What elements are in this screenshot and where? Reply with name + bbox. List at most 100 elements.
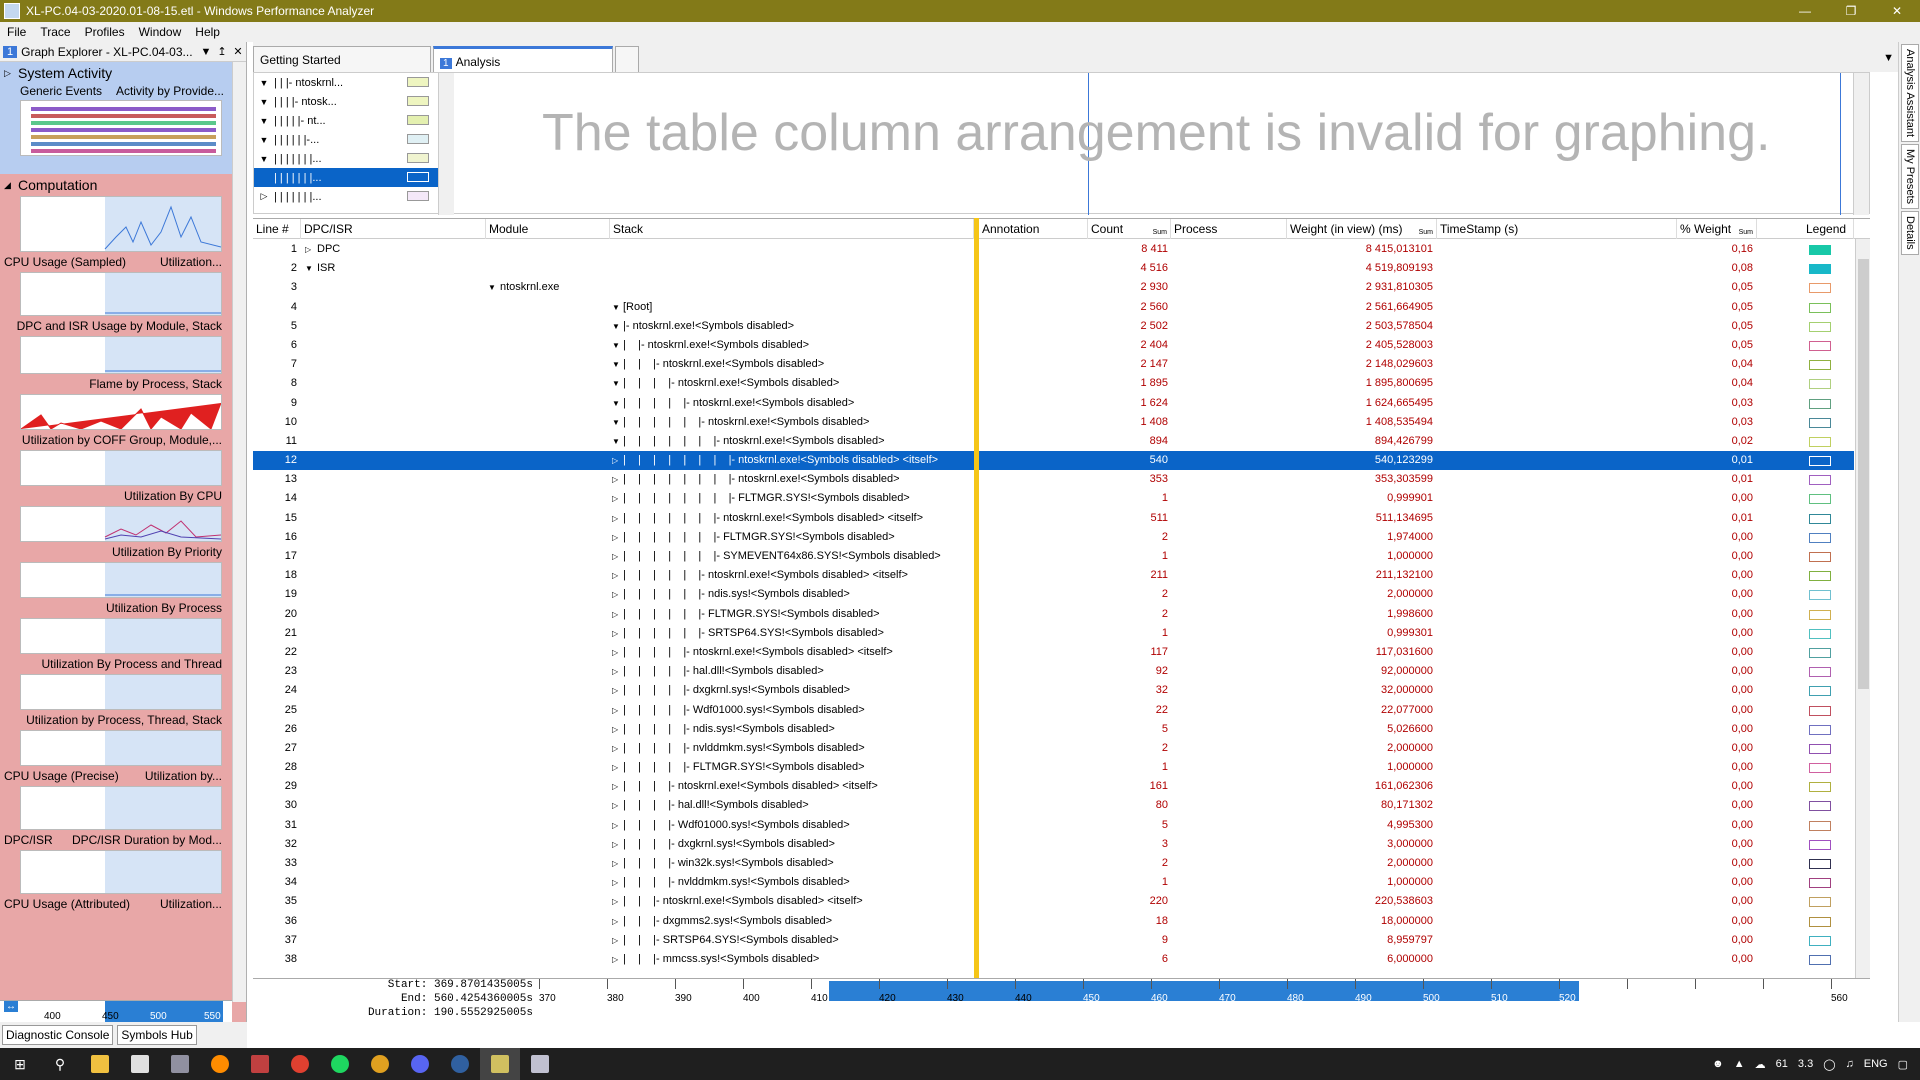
table-row[interactable]: 10 ▼ | | | | | |- ntoskrnl.exe!<Symbols di…: [253, 413, 1854, 432]
mini-row[interactable]: ▼ | | | | |- nt...: [254, 111, 453, 130]
cpu-precise-thumbnail[interactable]: [20, 786, 222, 830]
table-row[interactable]: 8 ▼ | | | |- ntoskrnl.exe!<Symbols disable…: [253, 374, 1854, 393]
notification-icon[interactable]: ▢: [1898, 1058, 1908, 1071]
table-row[interactable]: 13 ▷ | | | | | | | |- ntoskrnl.exe!<Symbol…: [253, 470, 1854, 489]
printer-icon[interactable]: [160, 1048, 200, 1080]
expand-icon[interactable]: ▷: [612, 643, 622, 662]
expand-icon[interactable]: ▷: [612, 585, 622, 604]
wpa-taskbar-icon[interactable]: [480, 1048, 520, 1080]
mini-row[interactable]: ▼ | | | | | | |...: [254, 149, 453, 168]
col-module[interactable]: Module: [486, 219, 610, 239]
details-tab[interactable]: Details: [1901, 211, 1919, 255]
table-row[interactable]: 35 ▷ | | |- ntoskrnl.exe!<Symbols disabled…: [253, 892, 1854, 911]
graph-label-cpu-precise[interactable]: CPU Usage (Precise) Utilization by...: [0, 766, 246, 786]
table-row[interactable]: 9 ▼ | | | | |- ntoskrnl.exe!<Symbols disab…: [253, 394, 1854, 413]
menu-file[interactable]: File: [0, 25, 33, 39]
table-row[interactable]: 20 ▷ | | | | | |- FLTMGR.SYS!<Symbols disa…: [253, 605, 1854, 624]
expand-icon[interactable]: ▼: [612, 355, 622, 374]
column-freeze-bar[interactable]: [974, 218, 979, 978]
col-process[interactable]: Process: [1171, 219, 1287, 239]
table-row[interactable]: 32 ▷ | | | |- dxgkrnl.sys!<Symbols disable…: [253, 835, 1854, 854]
new-tab-button[interactable]: [615, 46, 639, 72]
table-row[interactable]: 2 ▼ ISR 4 516 4 519,809193 0,08: [253, 259, 1854, 278]
mini-row[interactable]: ▼ | | |- ntoskrnl...: [254, 73, 453, 92]
expand-icon[interactable]: ▷: [305, 240, 315, 259]
expand-icon[interactable]: ▼: [612, 317, 622, 336]
expand-icon[interactable]: ▷: [612, 624, 622, 643]
col-dpc-isr[interactable]: DPC/ISR: [301, 219, 486, 239]
chrome-icon[interactable]: [280, 1048, 320, 1080]
cpu-thumbnail[interactable]: [20, 506, 222, 542]
expand-icon[interactable]: ▷: [612, 547, 622, 566]
graph-scrollbar[interactable]: [1853, 73, 1869, 215]
maximize-button[interactable]: ❐: [1828, 0, 1874, 22]
graph-label-coff[interactable]: Utilization by COFF Group, Module,...: [0, 430, 246, 450]
expand-icon[interactable]: ▷: [612, 777, 622, 796]
language-indicator[interactable]: ENG: [1864, 1058, 1888, 1070]
table-row-selected[interactable]: 12 ▷ | | | | | | | |- ntoskrnl.exe!<Symbol…: [253, 451, 1854, 471]
expand-icon[interactable]: ▷: [612, 566, 622, 585]
col-weight[interactable]: Weight (in view) (ms) Sum: [1287, 219, 1437, 239]
explorer-scrollbar[interactable]: [232, 62, 246, 1002]
table-row[interactable]: 7 ▼ | | |- ntoskrnl.exe!<Symbols disabled>…: [253, 355, 1854, 374]
expand-icon[interactable]: ▷: [612, 489, 622, 508]
table-row[interactable]: 33 ▷ | | | |- win32k.sys!<Symbols disabled…: [253, 854, 1854, 873]
process-thumbnail[interactable]: [20, 618, 222, 654]
col-timestamp[interactable]: TimeStamp (s): [1437, 219, 1677, 239]
expand-icon[interactable]: ▼: [612, 298, 622, 317]
table-row[interactable]: 27 ▷ | | | | |- nvlddmkm.sys!<Symbols disa…: [253, 739, 1854, 758]
col-line[interactable]: Line #: [253, 219, 301, 239]
expand-icon[interactable]: ▷: [612, 931, 622, 950]
expand-icon[interactable]: ▷: [612, 605, 622, 624]
mini-tree-scrollbar[interactable]: [438, 73, 454, 215]
menu-trace[interactable]: Trace: [33, 25, 77, 39]
expand-icon[interactable]: ▷: [612, 835, 622, 854]
file-explorer-icon[interactable]: [80, 1048, 120, 1080]
table-row[interactable]: 15 ▷ | | | | | | |- ntoskrnl.exe!<Symbols …: [253, 509, 1854, 528]
expand-icon[interactable]: ▼: [612, 432, 622, 451]
flame-thumbnail[interactable]: [20, 394, 222, 430]
graph-label-cpu[interactable]: Utilization By CPU: [0, 486, 246, 506]
table-row[interactable]: 36 ▷ | | |- dxgmms2.sys!<Symbols disabled>…: [253, 912, 1854, 931]
app-circle-icon[interactable]: [440, 1048, 480, 1080]
expand-icon[interactable]: ▷: [612, 950, 622, 969]
process-thread-thumbnail[interactable]: [20, 674, 222, 710]
expand-icon[interactable]: ▷: [612, 873, 622, 892]
expand-icon[interactable]: ▷: [612, 451, 622, 470]
table-row[interactable]: 31 ▷ | | | |- Wdf01000.sys!<Symbols disabl…: [253, 816, 1854, 835]
process-thread-stack-thumbnail[interactable]: [20, 730, 222, 766]
expand-icon[interactable]: ▼: [612, 394, 622, 413]
table-row[interactable]: 14 ▷ | | | | | | | |- FLTMGR.SYS!<Symbols …: [253, 489, 1854, 508]
expand-icon[interactable]: ▷: [612, 720, 622, 739]
close-icon[interactable]: ✕: [230, 45, 246, 58]
table-row[interactable]: 26 ▷ | | | | |- ndis.sys!<Symbols disabled…: [253, 720, 1854, 739]
table-row[interactable]: 11 ▼ | | | | | | |- ntoskrnl.exe!<Symbols …: [253, 432, 1854, 451]
search-tool-icon[interactable]: [200, 1048, 240, 1080]
table-scrollbar[interactable]: [1855, 239, 1870, 978]
graph-label-process[interactable]: Utilization By Process: [0, 598, 246, 618]
expand-icon[interactable]: ▼: [612, 336, 622, 355]
expand-icon[interactable]: ▷: [612, 796, 622, 815]
col-percent-weight[interactable]: % Weight Sum: [1677, 219, 1757, 239]
table-row[interactable]: 23 ▷ | | | | |- hal.dll!<Symbols disabled>…: [253, 662, 1854, 681]
expand-icon[interactable]: ▷: [612, 701, 622, 720]
col-annotation[interactable]: Annotation: [979, 219, 1088, 239]
notepad-icon[interactable]: [120, 1048, 160, 1080]
table-row[interactable]: 3 ▼ ntoskrnl.exe 2 930 2 931,810305 0,05: [253, 278, 1854, 297]
dpc-isr-thumbnail[interactable]: [20, 336, 222, 374]
coff-thumbnail[interactable]: [20, 450, 222, 486]
cpu-sampled-thumbnail[interactable]: [20, 272, 222, 316]
expand-icon[interactable]: ▷: [612, 892, 622, 911]
table-row[interactable]: 22 ▷ | | | | |- ntoskrnl.exe!<Symbols disa…: [253, 643, 1854, 662]
table-row[interactable]: 16 ▷ | | | | | | |- FLTMGR.SYS!<Symbols di…: [253, 528, 1854, 547]
expand-icon[interactable]: ▷: [612, 854, 622, 873]
table-row[interactable]: 30 ▷ | | | |- hal.dll!<Symbols disabled> 80…: [253, 796, 1854, 815]
generic-events-thumbnail[interactable]: [20, 100, 222, 156]
graph-label-process-thread-stack[interactable]: Utilization by Process, Thread, Stack: [0, 710, 246, 730]
graph-label-cpu-attributed[interactable]: CPU Usage (Attributed) Utilization...: [0, 894, 246, 914]
expand-icon[interactable]: ▷: [612, 681, 622, 700]
col-stack[interactable]: Stack: [610, 219, 974, 239]
dropdown-icon[interactable]: ▼: [198, 46, 214, 58]
expand-icon[interactable]: ▷: [612, 758, 622, 777]
timeline-selection[interactable]: [829, 981, 1579, 1001]
